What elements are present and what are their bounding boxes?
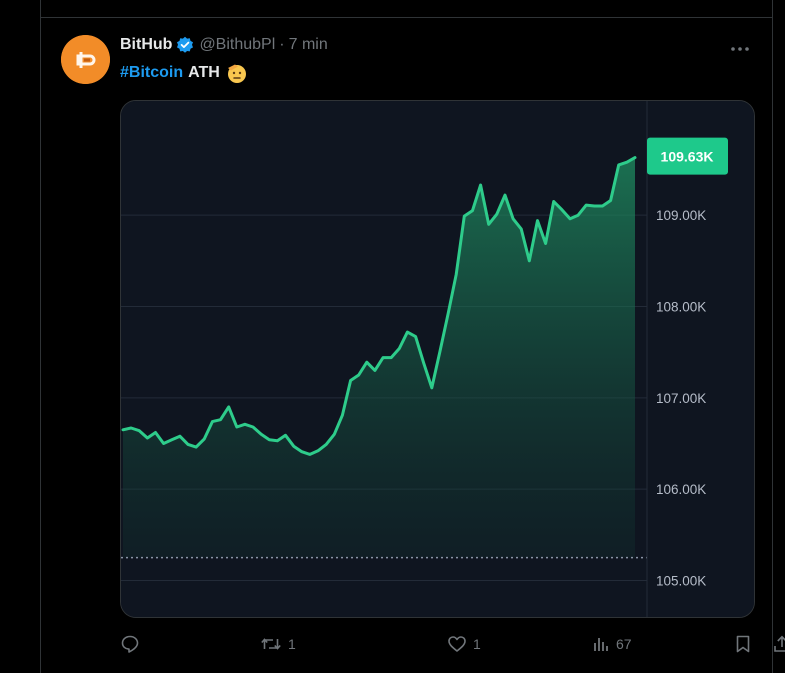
reply-icon [121,635,139,653]
analytics-icon [594,638,608,651]
bithub-logo-icon [61,35,110,84]
separator-dot: · [279,36,285,53]
reply-button[interactable] [120,630,146,658]
tweet-text: #Bitcoin ATH [120,62,248,84]
retweet-button[interactable]: 1 [260,630,296,658]
author-name[interactable]: BitHub [120,36,172,54]
current-price-label: 109.63K [661,149,714,165]
y-tick-label: 107.00K [656,391,706,406]
saluting-face-icon [226,62,248,84]
divider [41,17,772,18]
tweet-body: ATH [188,64,220,81]
author-handle[interactable]: @BithubPl [199,36,275,54]
avatar[interactable] [61,35,110,84]
heart-icon [448,636,466,652]
action-bar: 1 1 67 [120,630,785,660]
chart-image[interactable]: 109.00K 108.00K 107.00K 106.00K 105.00K 109.6… [120,100,755,618]
retweet-count: 1 [288,636,296,652]
y-tick-label: 106.00K [656,482,706,497]
tweet-header: BitHub @BithubPl · 7 min [120,35,328,55]
y-tick-label: 109.00K [656,208,706,223]
tweet-card: BitHub @BithubPl · 7 min #Bitcoin ATH 10… [40,0,785,673]
hashtag-link[interactable]: #Bitcoin [120,64,183,82]
bookmark-button[interactable] [734,630,752,658]
view-count: 67 [616,636,632,652]
more-options-icon[interactable] [730,36,750,57]
verified-badge-icon [176,36,194,54]
like-count: 1 [473,636,481,652]
like-button[interactable]: 1 [447,630,481,658]
bookmark-icon [736,635,750,653]
share-button[interactable] [772,630,785,658]
share-icon [774,635,785,652]
retweet-icon [261,638,281,650]
timestamp[interactable]: 7 min [289,36,328,54]
price-chart: 109.00K 108.00K 107.00K 106.00K 105.00K 109.6… [121,101,754,617]
y-tick-label: 105.00K [656,573,706,588]
views-button[interactable]: 67 [592,630,632,658]
y-tick-label: 108.00K [656,299,706,314]
